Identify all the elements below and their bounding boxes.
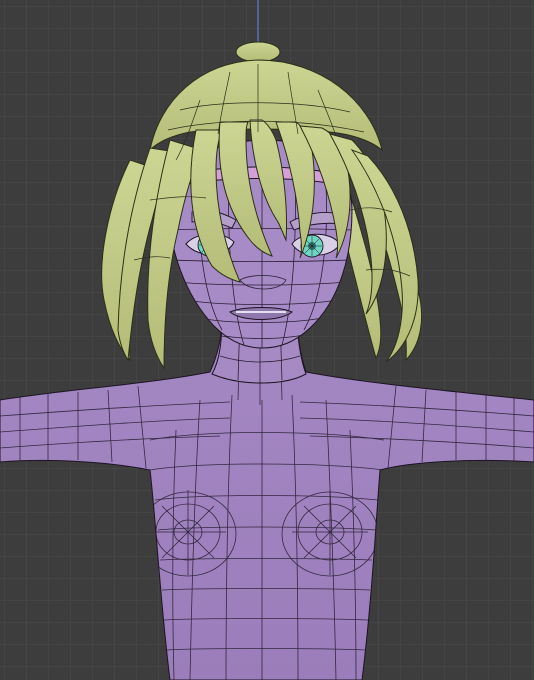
viewport-canvas[interactable]: [0, 0, 534, 680]
3d-viewport[interactable]: [0, 0, 534, 680]
